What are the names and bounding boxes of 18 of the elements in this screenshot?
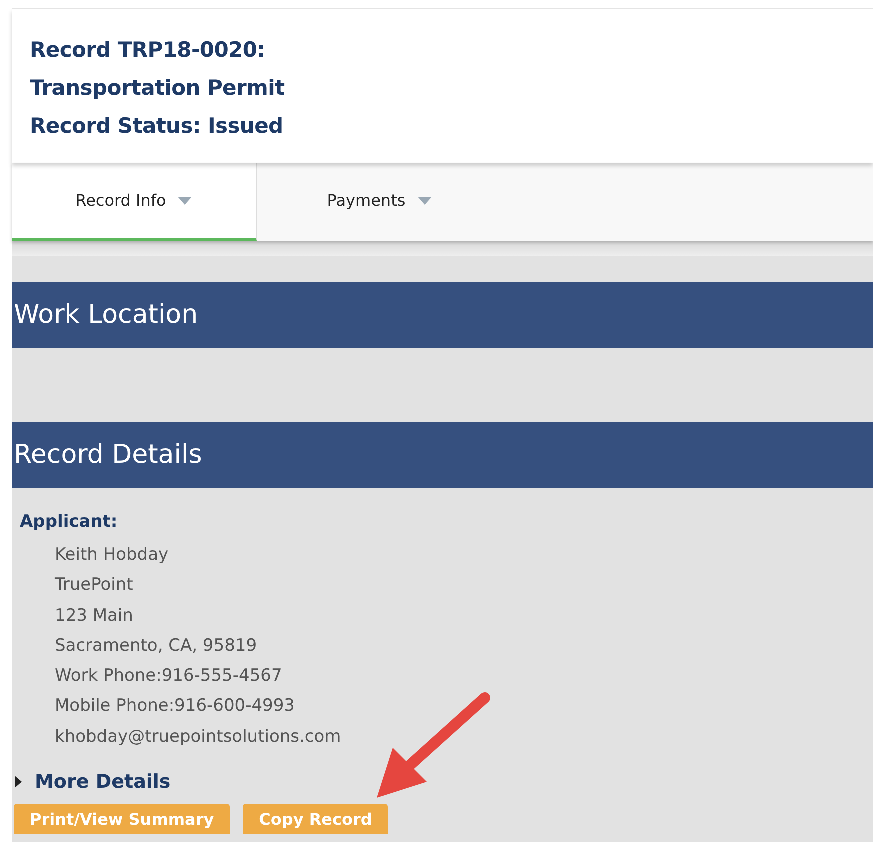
record-title: Transportation Permit [30, 75, 286, 102]
applicant-info: khobday@truepointsolutions.com [54, 726, 342, 749]
tab[interactable]: Payments [257, 163, 502, 241]
more-details-link[interactable]: More Details [35, 771, 171, 794]
tab[interactable]: Record Info [12, 163, 257, 241]
section-header: Work Location [12, 282, 873, 348]
applicant-info: Mobile Phone:916-600-4993 [54, 695, 296, 718]
applicant-info: TruePoint [54, 574, 134, 598]
applicant-info: 123 Main [54, 604, 134, 628]
caret-icon [178, 196, 192, 204]
applicant-info: Sacramento, CA, 95819 [54, 634, 258, 658]
record-title: Record TRP18-0020: [30, 37, 266, 64]
record-title: Record Status: Issued [30, 113, 284, 140]
section-header: Record Details [12, 422, 873, 488]
caret-icon [418, 196, 432, 204]
applicant-info: Work Phone:916-555-4567 [54, 665, 284, 688]
applicant-label: Applicant: [20, 511, 119, 534]
applicant-info: Keith Hobday [54, 544, 170, 567]
